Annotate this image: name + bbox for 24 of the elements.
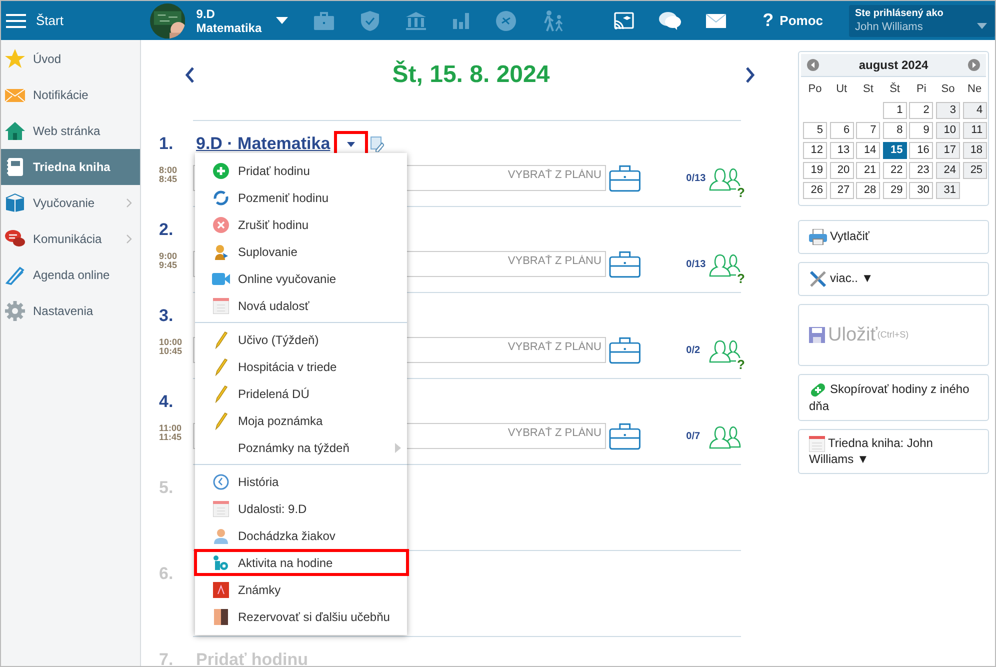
weekday-label: Po: [807, 82, 823, 97]
lesson-time: 11:00 11:45: [159, 424, 183, 442]
lesson-number: 4.: [159, 392, 174, 412]
month-title: august 2024: [858, 58, 928, 72]
attendance-count: 0/13: [686, 172, 706, 184]
question-mark: ?: [736, 272, 746, 285]
lesson-time: 9:00 9:45: [159, 252, 178, 270]
lesson-number: 1.: [159, 134, 174, 154]
question-mark: ?: [736, 358, 746, 371]
lesson-time: 8:00 8:45: [159, 166, 178, 184]
date-title: Št, 15. 8. 2024: [392, 61, 550, 89]
weekday-label: Št: [888, 81, 901, 97]
attendance-count: 0/7: [686, 430, 702, 442]
lesson-number: 2.: [159, 220, 174, 240]
weekday-label: Pi: [915, 82, 928, 97]
lesson-number: 3.: [159, 306, 174, 326]
weekday-label: Ut: [835, 82, 848, 97]
weekday-label: So: [940, 82, 956, 97]
weekday-label: St: [862, 82, 874, 97]
attendance-count: 0/2: [686, 344, 702, 356]
lesson-time: 10:00 10:45: [159, 338, 184, 356]
weekday-label: Ne: [966, 82, 983, 97]
question-mark: ?: [736, 186, 746, 199]
attendance-count: 0/13: [686, 258, 706, 270]
